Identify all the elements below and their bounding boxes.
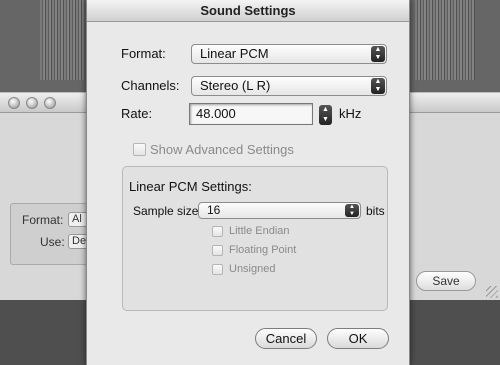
pcm-settings-title: Linear PCM Settings:	[129, 179, 252, 194]
sample-size-popup[interactable]: 16 ▲ ▼	[198, 202, 361, 219]
channels-label: Channels:	[121, 78, 180, 93]
channels-value: Stereo (L R)	[200, 78, 271, 93]
little-endian-label: Little Endian	[229, 225, 290, 237]
popup-arrows-icon: ▲ ▼	[345, 204, 359, 217]
format-value: Linear PCM	[200, 46, 269, 61]
popup-arrows-icon: ▲ ▼	[371, 46, 385, 62]
close-window-icon[interactable]	[8, 97, 20, 109]
waveform-right	[415, 0, 475, 80]
sample-size-value: 16	[207, 203, 221, 217]
rate-field[interactable]: 48.000	[189, 103, 313, 125]
waveform-left	[40, 0, 85, 80]
show-advanced-checkbox[interactable]	[133, 143, 146, 156]
format-popup[interactable]: Linear PCM ▲ ▼	[191, 44, 387, 64]
ok-button[interactable]: OK	[327, 328, 389, 349]
sound-settings-dialog: Sound Settings Format: Linear PCM ▲ ▼ Cha…	[86, 0, 410, 365]
popup-arrows-icon: ▲ ▼	[371, 78, 385, 94]
floating-point-checkbox[interactable]	[212, 245, 223, 256]
bg-use-popup[interactable]: De	[68, 234, 88, 249]
minimize-window-icon[interactable]	[26, 97, 38, 109]
floating-point-label: Floating Point	[229, 244, 297, 256]
rate-stepper[interactable]: ▲ ▼	[319, 105, 332, 125]
bg-format-popup[interactable]: Al	[68, 212, 88, 227]
format-label: Format:	[121, 46, 166, 61]
rate-label: Rate:	[121, 106, 153, 121]
bg-format-label: Format:	[22, 213, 64, 227]
sample-size-unit: bits	[366, 204, 385, 218]
dialog-title: Sound Settings	[87, 0, 409, 22]
linear-pcm-settings-group: Linear PCM Settings: Sample size: 16 ▲ ▼ …	[122, 166, 388, 311]
rate-unit: kHz	[339, 106, 362, 121]
bg-use-label: Use:	[40, 235, 65, 249]
save-button[interactable]: Save	[416, 271, 476, 291]
channels-popup[interactable]: Stereo (L R) ▲ ▼	[191, 76, 387, 96]
little-endian-checkbox[interactable]	[212, 226, 223, 237]
unsigned-checkbox[interactable]	[212, 264, 223, 275]
unsigned-label: Unsigned	[229, 263, 276, 275]
zoom-window-icon[interactable]	[44, 97, 56, 109]
cancel-button[interactable]: Cancel	[255, 328, 317, 349]
sample-size-label: Sample size:	[133, 204, 202, 218]
show-advanced-label: Show Advanced Settings	[150, 142, 294, 157]
resize-grip-icon[interactable]	[486, 286, 498, 298]
